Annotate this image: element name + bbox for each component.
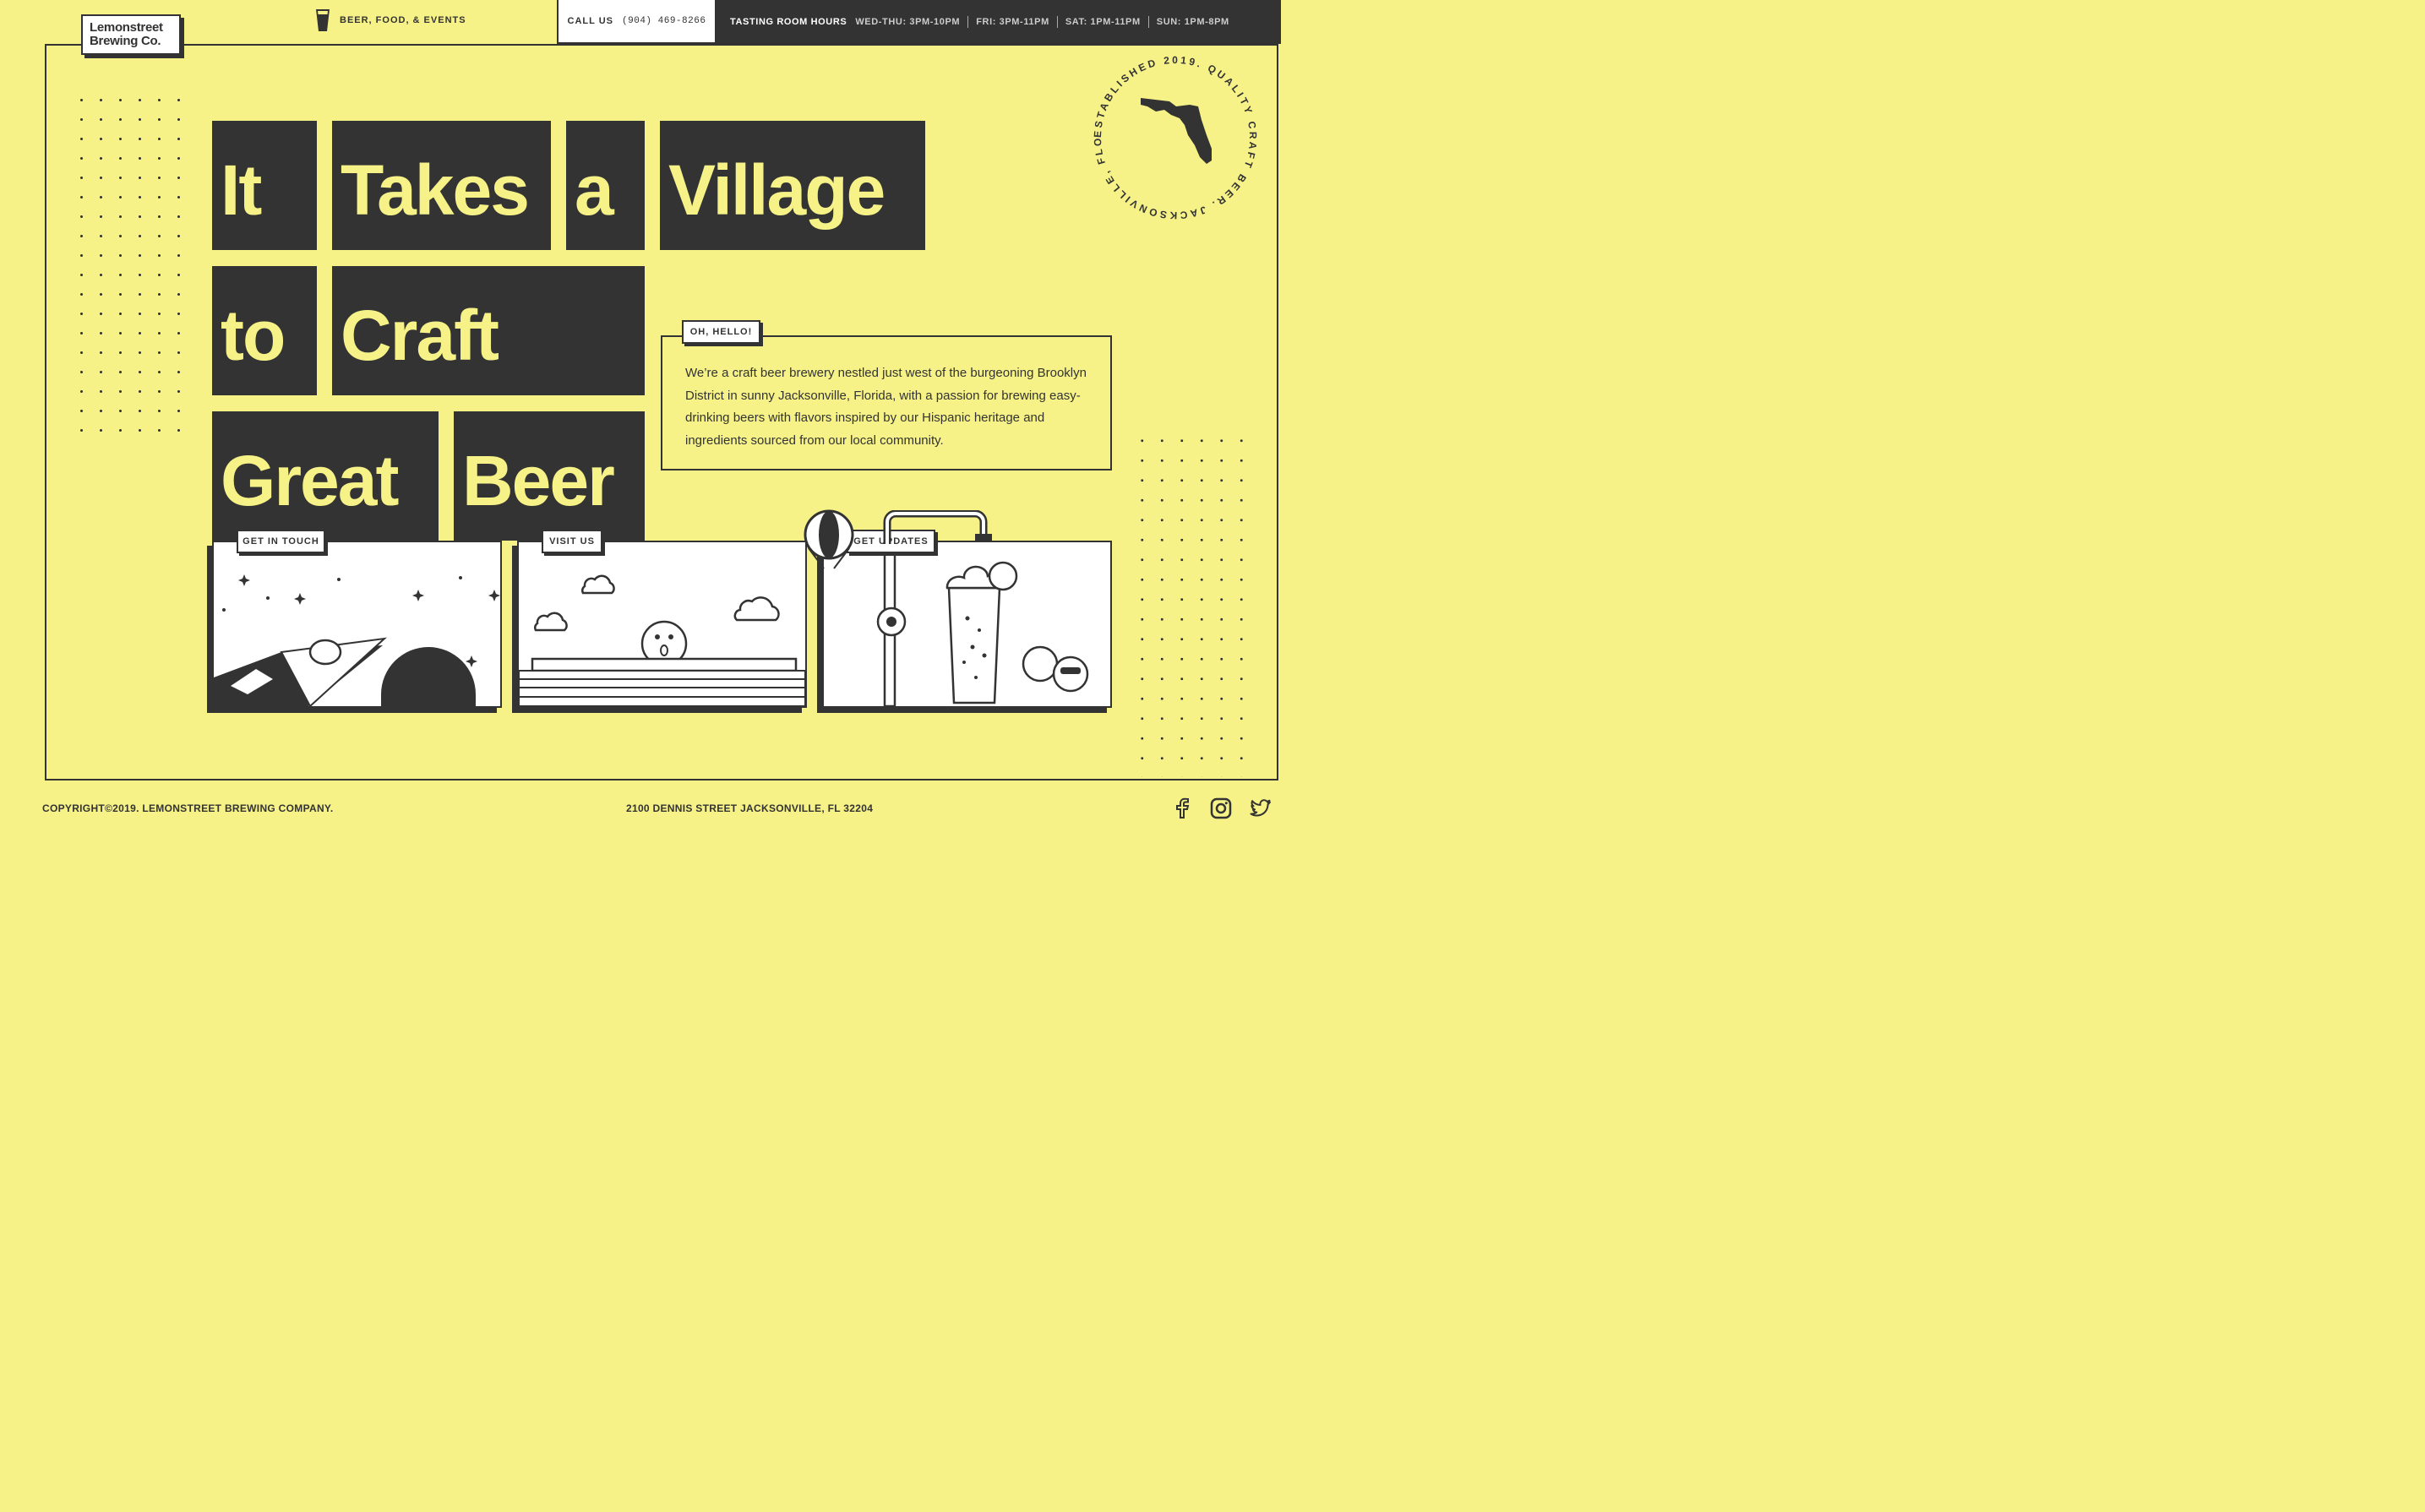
hours-divider — [967, 16, 969, 28]
dot-pattern-left — [72, 90, 188, 435]
hours-divider — [1147, 16, 1149, 28]
paper-plane-space-illustration — [214, 574, 500, 706]
hot-air-balloon-icon — [804, 509, 854, 569]
badge-text: ESTABLISHED 2019. QUALITY CRAFT BEER. JA… — [1088, 51, 1256, 221]
hours-label: TASTING ROOM HOURS — [730, 17, 847, 27]
headline-word-craft: Craft — [332, 266, 645, 395]
brand-logo-line2: Brewing Co. — [90, 34, 161, 48]
established-badge: ESTABLISHED 2019. QUALITY CRAFT BEER. JA… — [1088, 51, 1259, 221]
hours-sat: SAT: 1PM-11PM — [1065, 17, 1141, 27]
nav-beer-food-events[interactable]: BEER, FOOD, & EVENTS — [314, 7, 466, 34]
intro-text: We’re a craft beer brewery nestled just … — [685, 366, 1087, 448]
svg-text:ESTABLISHED 2019. QUALITY CRAF: ESTABLISHED 2019. QUALITY CRAFT BEER. JA… — [1088, 51, 1259, 221]
hours-sun: SUN: 1PM-8PM — [1156, 17, 1229, 27]
call-us-button[interactable]: CALL US (904) 469-8266 — [557, 0, 717, 44]
brand-logo[interactable]: Lemonstreet Brewing Co. — [81, 14, 181, 55]
headline-word-village: Village — [660, 121, 925, 250]
card-visit-us[interactable] — [517, 541, 807, 708]
headline-word-great: Great — [212, 411, 439, 541]
headline-word-a: a — [566, 121, 645, 250]
tap-pipe-illustration — [883, 510, 992, 544]
brand-logo-line1: Lemonstreet — [90, 20, 163, 35]
hours-fri: FRI: 3PM-11PM — [976, 17, 1049, 27]
intro-box: We’re a craft beer brewery nestled just … — [661, 335, 1112, 470]
headline-word-beer: Beer — [454, 411, 645, 541]
headline-word-it: It — [212, 121, 317, 250]
wall-character-illustration — [519, 574, 805, 706]
intro-tag: OH, HELLO! — [682, 320, 760, 344]
visit-us-tag[interactable]: VISIT US — [542, 530, 602, 553]
card-get-in-touch[interactable] — [212, 541, 502, 708]
card-get-updates[interactable] — [822, 541, 1112, 708]
footer-copyright: COPYRIGHT©2019. LEMONSTREET BREWING COMP… — [42, 802, 334, 814]
get-in-touch-tag[interactable]: GET IN TOUCH — [237, 530, 325, 553]
nav-beer-food-events-label: BEER, FOOD, & EVENTS — [340, 15, 466, 25]
hours-wed-thu: WED-THU: 3PM-10PM — [855, 17, 961, 27]
dot-pattern-right — [1132, 431, 1256, 777]
florida-map-icon — [1141, 98, 1212, 164]
facebook-icon[interactable] — [1171, 797, 1193, 819]
twitter-icon[interactable] — [1250, 797, 1272, 819]
headline-word-to: to — [212, 266, 317, 395]
hours-divider — [1056, 16, 1058, 28]
call-us-label: CALL US — [567, 16, 614, 26]
tasting-room-hours-bar: TASTING ROOM HOURS WED-THU: 3PM-10PM FRI… — [717, 0, 1281, 44]
beer-tap-illustration — [876, 542, 1089, 706]
phone-number: (904) 469-8266 — [622, 16, 706, 26]
footer-address: 2100 DENNIS STREET JACKSONVILLE, FL 3220… — [626, 802, 874, 814]
pint-glass-icon — [316, 9, 330, 31]
headline-word-takes: Takes — [332, 121, 551, 250]
instagram-icon[interactable] — [1210, 797, 1232, 819]
